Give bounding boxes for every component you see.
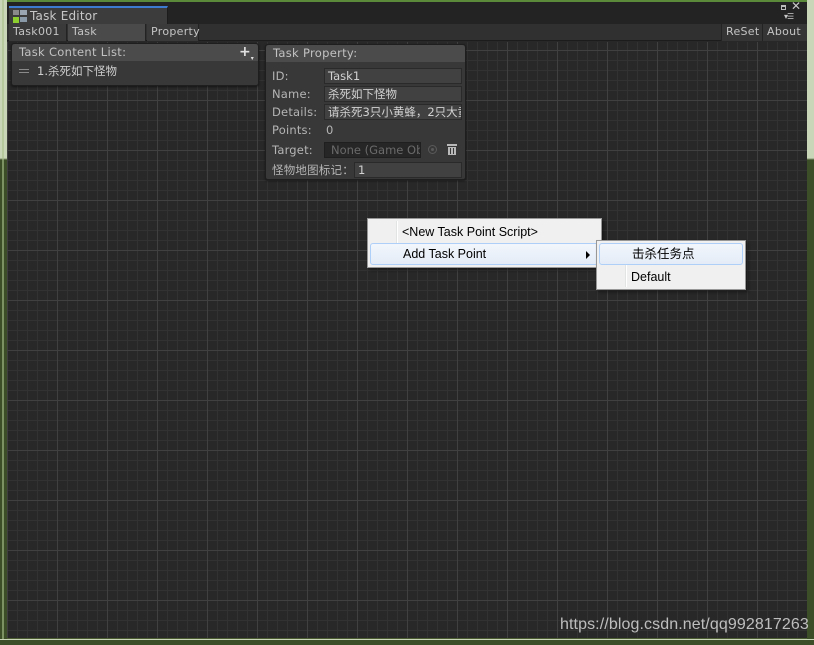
window-controls: ✕ ▾☰: [781, 2, 801, 23]
list-item[interactable]: 1.杀死如下怪物: [12, 61, 258, 81]
window-title: Task Editor: [30, 9, 98, 23]
task-property-header: Task Property:: [266, 45, 465, 62]
points-value: 0: [326, 123, 334, 137]
map-marker-field[interactable]: 1: [354, 162, 462, 178]
task-editor-window: Task Editor ✕ ▾☰ Task001 Task Content Pr…: [7, 2, 807, 638]
window-tab-strip: Task Editor ✕ ▾☰: [7, 2, 807, 24]
target-object-field[interactable]: None (Game Object): [324, 142, 421, 158]
menu-item-add-task-point-label: Add Task Point: [403, 247, 487, 261]
tab-property[interactable]: Property: [147, 24, 200, 41]
plus-dropdown-icon[interactable]: + ▾: [239, 45, 254, 62]
trash-icon[interactable]: [447, 144, 457, 155]
window-title-tab[interactable]: Task Editor: [9, 6, 168, 24]
reset-button[interactable]: ReSet: [721, 24, 762, 41]
submenu-item-kill-task-point[interactable]: 击杀任务点: [599, 243, 743, 265]
task-content-list-title: Task Content List:: [19, 45, 127, 59]
task-content-list-panel: Task Content List: + ▾ 1.杀死如下怪物: [11, 43, 259, 86]
tab-task001[interactable]: Task001: [9, 24, 67, 41]
task-editor-icon: [13, 9, 27, 23]
submenu-item-default[interactable]: Default: [599, 266, 743, 288]
task-property-panel: Task Property: ID: Task1 Name: 杀死如下怪物 De…: [265, 44, 466, 180]
id-field[interactable]: Task1: [324, 68, 462, 84]
menu-item-new-task-point-script[interactable]: <New Task Point Script>: [370, 221, 599, 243]
outer-frame-bottom: [0, 639, 814, 645]
object-picker-icon[interactable]: [428, 145, 437, 154]
menu-icon[interactable]: ▾☰: [784, 13, 794, 21]
submenu-arrow-icon: [586, 251, 590, 259]
name-label: Name:: [272, 87, 311, 101]
maximize-icon[interactable]: [781, 5, 786, 10]
tab-task-content[interactable]: Task Content: [68, 24, 146, 54]
task-content-list-header: Task Content List: + ▾: [12, 44, 258, 62]
close-icon[interactable]: ✕: [791, 2, 801, 12]
map-marker-label: 怪物地图标记：: [272, 163, 354, 177]
list-item-label: 1.杀死如下怪物: [37, 64, 117, 78]
points-label: Points:: [272, 123, 312, 137]
toolbar: Task001 Task Content Property ReSet Abou…: [7, 24, 807, 54]
target-value: None (Game Object): [331, 143, 420, 157]
submenu: 击杀任务点 Default: [596, 240, 746, 290]
context-menu: <New Task Point Script> Add Task Point: [367, 218, 602, 268]
name-field[interactable]: 杀死如下怪物: [324, 86, 462, 102]
menu-item-add-task-point[interactable]: Add Task Point: [370, 243, 599, 265]
id-label: ID:: [272, 69, 289, 83]
about-button[interactable]: About: [762, 24, 807, 41]
details-label: Details:: [272, 105, 318, 119]
target-label: Target:: [272, 143, 313, 157]
details-field[interactable]: 请杀死3只小黄蜂，2只大黄蜂: [324, 104, 462, 120]
outer-frame-right: [807, 0, 814, 645]
outer-frame-left: [0, 0, 7, 645]
watermark-text: https://blog.csdn.net/qq992817263: [560, 616, 809, 633]
drag-handle-icon[interactable]: [19, 69, 29, 73]
